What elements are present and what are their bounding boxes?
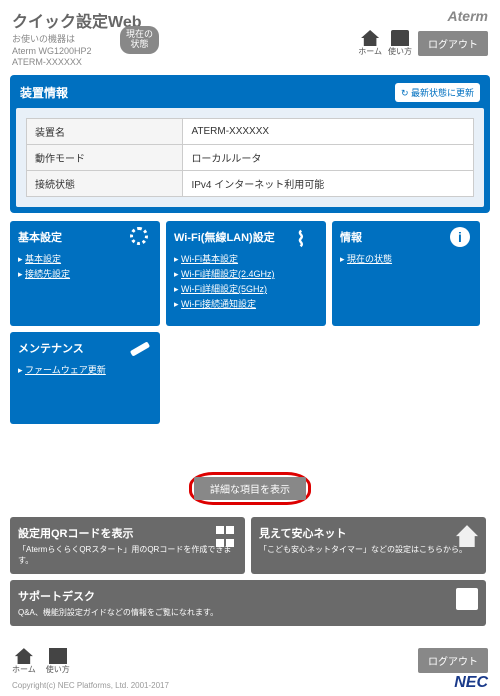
footer-logout-button[interactable]: ログアウト (418, 648, 488, 673)
link-current-status[interactable]: 現在の状態 (347, 254, 392, 264)
card-support-desk[interactable]: サポートデスク Q&A、機能別設定ガイドなどの情報をご覧になれます。 (10, 580, 486, 626)
device-info-panel: 装置情報 ↻ 最新状態に更新 装置名ATERM-XXXXXX 動作モードローカル… (10, 75, 490, 213)
home-icon (15, 648, 33, 664)
link-firmware-update[interactable]: ファームウェア更新 (25, 365, 106, 375)
card-info: i 情報 現在の状態 (332, 221, 480, 326)
qr-icon (215, 525, 237, 547)
link-connection-settings[interactable]: 接続先設定 (25, 269, 70, 279)
card-qr-code[interactable]: 設定用QRコードを表示 「AtermらくらくQRスタート」用のQRコードを作成で… (10, 517, 245, 574)
show-detailed-items-button[interactable]: 詳細な項目を表示 (194, 477, 306, 500)
device-info-title: 装置情報 (20, 84, 68, 101)
brand-logo: Aterm (448, 8, 488, 24)
footer: ホーム 使い方 ログアウト Copyright(c) NEC Platforms… (0, 642, 500, 696)
device-info-table: 装置名ATERM-XXXXXX 動作モードローカルルータ 接続状態IPv4 イン… (26, 118, 474, 197)
main: 装置情報 ↻ 最新状態に更新 装置名ATERM-XXXXXX 動作モードローカル… (0, 75, 500, 642)
gear-icon (130, 227, 152, 249)
refresh-button[interactable]: ↻ 最新状態に更新 (395, 83, 480, 102)
wrench-icon (130, 338, 152, 360)
wifi-icon: ⌇ (296, 227, 318, 249)
table-row: 動作モードローカルルータ (27, 145, 474, 171)
footer-home-button[interactable]: ホーム (12, 648, 36, 675)
header: クイック設定Web お使いの機器は Aterm WG1200HP2 ATERM-… (0, 0, 500, 75)
card-wifi-settings: ⌇ Wi-Fi(無線LAN)設定 Wi-Fi基本設定 Wi-Fi詳細設定(2.4… (166, 221, 326, 326)
card-safety-net[interactable]: 見えて安心ネット 「こども安心ネットタイマー」などの設定はこちらから。 (251, 517, 486, 574)
info-icon: i (450, 227, 472, 249)
book-icon (456, 588, 478, 610)
book-icon (49, 648, 67, 664)
link-wifi-basic[interactable]: Wi-Fi基本設定 (181, 254, 238, 264)
logout-button[interactable]: ログアウト (418, 31, 488, 56)
current-status-badge[interactable]: 現在の 状態 (120, 26, 159, 54)
detail-button-wrap: 詳細な項目を表示 (10, 472, 490, 505)
home-button[interactable]: ホーム (358, 30, 382, 57)
link-basic-settings[interactable]: 基本設定 (25, 254, 61, 264)
settings-cards: 基本設定 基本設定 接続先設定 ⌇ Wi-Fi(無線LAN)設定 Wi-Fi基本… (10, 221, 490, 464)
nec-logo: NEC (454, 674, 488, 692)
link-wifi-5ghz[interactable]: Wi-Fi詳細設定(5GHz) (181, 284, 267, 294)
link-wifi-24ghz[interactable]: Wi-Fi詳細設定(2.4GHz) (181, 269, 275, 279)
highlight-circle: 詳細な項目を表示 (189, 472, 311, 505)
table-row: 装置名ATERM-XXXXXX (27, 119, 474, 145)
footer-usage-button[interactable]: 使い方 (46, 648, 70, 675)
copyright: Copyright(c) NEC Platforms, Ltd. 2001-20… (12, 681, 488, 690)
book-icon (391, 30, 409, 46)
link-wifi-notify[interactable]: Wi-Fi接続通知設定 (181, 299, 256, 309)
home-icon (361, 30, 379, 46)
usage-button[interactable]: 使い方 (388, 30, 412, 57)
top-actions: ホーム 使い方 ログアウト (358, 30, 488, 57)
page-title: クイック設定Web (12, 8, 488, 32)
card-maintenance: メンテナンス ファームウェア更新 (10, 332, 160, 424)
card-basic-settings: 基本設定 基本設定 接続先設定 (10, 221, 160, 326)
grey-cards: 設定用QRコードを表示 「AtermらくらくQRスタート」用のQRコードを作成で… (10, 517, 490, 626)
table-row: 接続状態IPv4 インターネット利用可能 (27, 171, 474, 197)
